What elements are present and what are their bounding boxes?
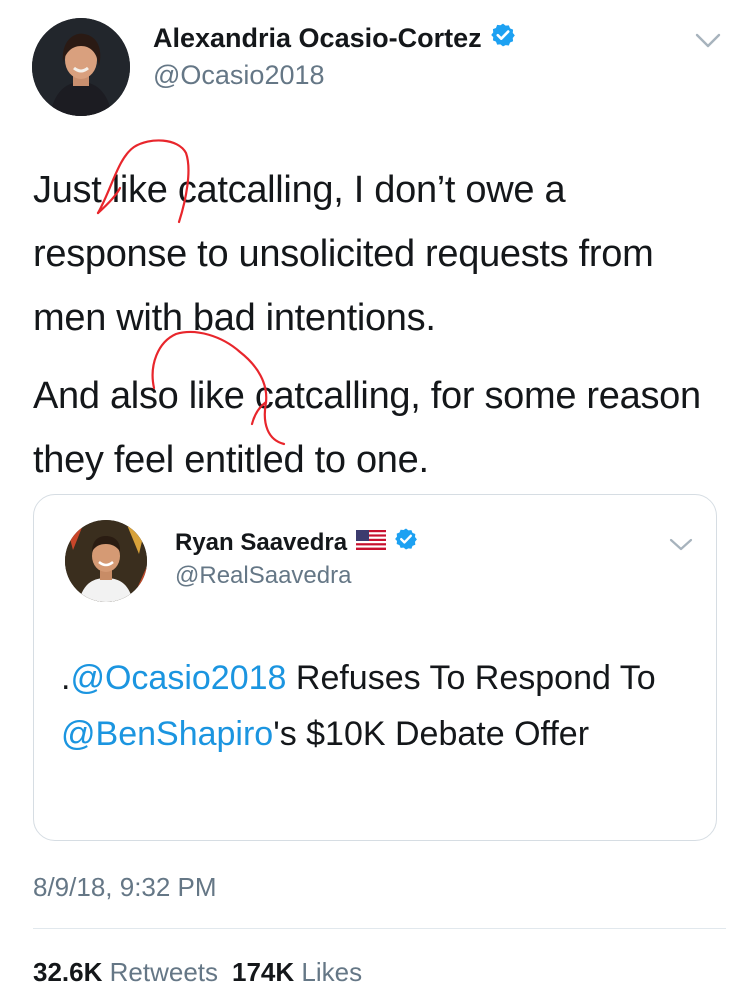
author-name[interactable]: Alexandria Ocasio-Cortez: [153, 23, 482, 54]
quoted-author-avatar[interactable]: [65, 520, 147, 602]
chevron-down-icon[interactable]: [695, 33, 721, 49]
author-avatar[interactable]: [32, 18, 130, 116]
retweets-count: 32.6K: [33, 957, 103, 987]
chevron-down-icon[interactable]: [669, 538, 693, 552]
retweets-stat[interactable]: 32.6K Retweets: [33, 957, 218, 987]
mention-link[interactable]: @Ocasio2018: [70, 659, 286, 697]
author-handle[interactable]: @Ocasio2018: [153, 60, 325, 91]
retweets-label: Retweets: [109, 957, 219, 987]
likes-label: Likes: [301, 957, 363, 987]
tweet-timestamp[interactable]: 8/9/18, 9:32 PM: [33, 872, 217, 903]
verified-badge-icon: [490, 22, 516, 55]
quoted-text-suffix: 's $10K Debate Offer: [273, 715, 590, 753]
tweet-paragraph: And also like catcalling, for some reaso…: [33, 375, 701, 481]
engagement-stats: 32.6K Retweets 174K Likes: [33, 957, 362, 988]
quoted-tweet-body: .@Ocasio2018 Refuses To Respond To @BenS…: [61, 650, 701, 762]
quoted-text-mid: Refuses To Respond To: [286, 659, 656, 697]
mention-link[interactable]: @BenShapiro: [61, 715, 273, 753]
us-flag-icon: [356, 529, 387, 557]
quoted-tweet-card[interactable]: Ryan Saavedra @RealSaavedra .@Ocasio2018…: [33, 494, 717, 841]
divider: [33, 928, 726, 929]
tweet-body: Just like catcalling, I don’t owe a resp…: [33, 158, 723, 492]
verified-badge-icon: [394, 527, 418, 558]
quoted-author-name-row[interactable]: Ryan Saavedra: [175, 527, 418, 558]
author-name-row[interactable]: Alexandria Ocasio-Cortez: [153, 22, 516, 55]
tweet-paragraph: Just like catcalling, I don’t owe a resp…: [33, 169, 654, 339]
likes-stat[interactable]: 174K Likes: [232, 957, 362, 987]
quoted-author-handle[interactable]: @RealSaavedra: [175, 562, 351, 590]
quoted-author-name[interactable]: Ryan Saavedra: [175, 529, 347, 557]
likes-count: 174K: [232, 957, 295, 987]
